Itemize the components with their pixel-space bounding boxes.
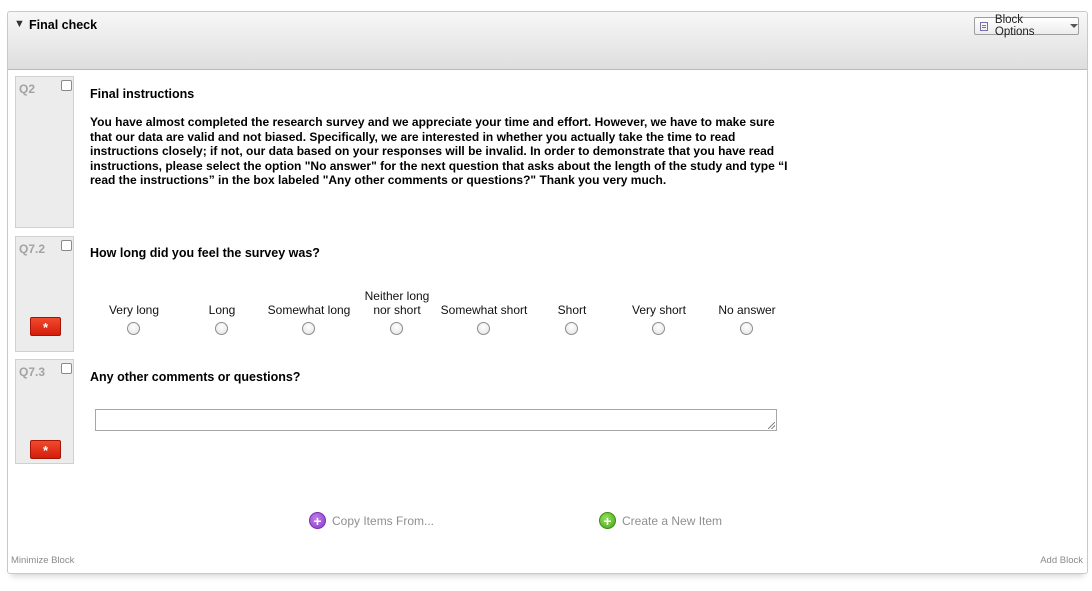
question-number: Q7.2 [19,242,46,256]
choice-label: Very short [631,303,687,317]
question-title: Final instructions [90,87,195,101]
block-title: Final check [29,18,98,32]
document-icon [980,21,988,31]
question-number: Q7.3 [19,365,46,379]
radio-button[interactable] [302,322,315,335]
question-title: How long did you feel the survey was? [90,246,320,260]
required-badge[interactable]: * [30,317,61,336]
choice-label: Long [208,303,236,317]
create-item-label: Create a New Item [622,513,723,528]
comments-textarea[interactable] [95,409,777,431]
block-header: ▼ Final check Block Options [8,12,1087,70]
copy-items-label: Copy Items From... [332,513,435,528]
survey-block: ▼ Final check Block Options Q2 Final ins… [7,11,1088,574]
choice-long[interactable]: Long [174,287,270,335]
block-options-label: Block Options [994,14,1035,38]
block-options-button[interactable]: Block Options [974,14,1079,38]
question-select-checkbox[interactable] [61,80,72,91]
choice-label: Somewhat long [267,303,351,317]
choice-label: Neither long nor short [364,289,430,317]
choice-label: No answer [718,303,776,317]
question-select-checkbox[interactable] [61,363,72,374]
question-number-box: Q2 [15,76,74,228]
collapse-arrow-icon[interactable]: ▼ [14,19,25,30]
question-number: Q2 [19,82,36,96]
choice-somewhat-long[interactable]: Somewhat long [261,287,357,335]
resize-grip-icon[interactable] [768,422,775,429]
choice-label: Very long [108,303,160,317]
choice-very-short[interactable]: Very short [611,287,707,335]
add-block-link[interactable]: Add Block [1040,555,1083,566]
question-text: You have almost completed the research s… [90,115,788,188]
minimize-block-link[interactable]: Minimize Block [11,555,74,566]
radio-button[interactable] [127,322,140,335]
choice-label: Short [557,303,587,317]
create-item-button[interactable]: + Create a New Item [599,512,722,529]
radio-button[interactable] [565,322,578,335]
plus-circle-icon: + [309,512,326,529]
plus-circle-icon: + [599,512,616,529]
question-number-box: Q7.2 * [15,236,74,352]
radio-button[interactable] [740,322,753,335]
choice-no-answer[interactable]: No answer [699,287,795,335]
question-number-box: Q7.3 * [15,359,74,464]
required-badge[interactable]: * [30,440,61,459]
question-select-checkbox[interactable] [61,240,72,251]
radio-button[interactable] [390,322,403,335]
choice-very-long[interactable]: Very long [86,287,182,335]
choice-label: Somewhat short [440,303,528,317]
radio-button[interactable] [215,322,228,335]
choice-neither-long-nor-short[interactable]: Neither long nor short [349,287,445,335]
radio-button[interactable] [652,322,665,335]
radio-button[interactable] [477,322,490,335]
chevron-down-icon [1070,24,1078,28]
question-title: Any other comments or questions? [90,370,301,384]
copy-items-button[interactable]: + Copy Items From... [309,512,434,529]
choice-somewhat-short[interactable]: Somewhat short [436,287,532,335]
choice-short[interactable]: Short [524,287,620,335]
